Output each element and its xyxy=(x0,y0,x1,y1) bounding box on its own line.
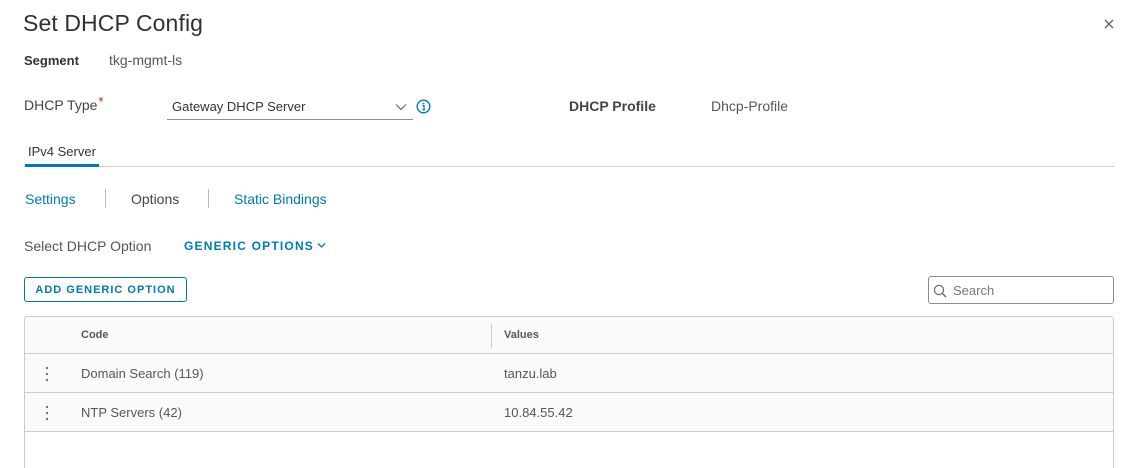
more-vertical-icon[interactable] xyxy=(43,365,51,383)
subnav-separator xyxy=(208,189,209,208)
generic-options-label: GENERIC OPTIONS xyxy=(184,239,315,253)
dhcp-profile-label: DHCP Profile xyxy=(569,98,656,114)
search-box xyxy=(928,276,1114,304)
cell-code: Domain Search (119) xyxy=(81,366,204,381)
dhcp-type-label-text: DHCP Type xyxy=(24,97,98,113)
close-button[interactable] xyxy=(1100,15,1118,33)
tab-bar xyxy=(24,166,1114,167)
column-header-values[interactable]: Values xyxy=(504,329,539,341)
tab-ipv4-server[interactable]: IPv4 Server xyxy=(25,139,99,167)
subnav-settings[interactable]: Settings xyxy=(25,191,76,207)
table-row[interactable]: Domain Search (119) tanzu.lab xyxy=(25,354,1113,393)
options-table: Code Values Domain Search (119) tanzu.la… xyxy=(24,316,1114,468)
search-icon xyxy=(933,284,947,298)
dhcp-type-label: DHCP Type* xyxy=(24,94,104,113)
subnav-options[interactable]: Options xyxy=(131,191,179,207)
add-generic-option-button[interactable]: ADD GENERIC OPTION xyxy=(24,277,187,302)
segment-value: tkg-mgmt-ls xyxy=(109,52,183,68)
table-header: Code Values xyxy=(25,317,1113,354)
subnav-separator xyxy=(105,189,106,208)
cell-values: tanzu.lab xyxy=(504,366,557,381)
chevron-down-icon xyxy=(395,104,407,111)
more-vertical-icon[interactable] xyxy=(43,404,51,422)
dhcp-type-selected-value: Gateway DHCP Server xyxy=(172,99,306,114)
cell-code: NTP Servers (42) xyxy=(81,405,182,420)
column-resize-handle[interactable] xyxy=(491,324,492,348)
required-marker: * xyxy=(98,94,104,109)
info-icon[interactable] xyxy=(416,99,431,114)
dhcp-type-select[interactable]: Gateway DHCP Server xyxy=(167,94,413,120)
generic-options-dropdown[interactable]: GENERIC OPTIONS xyxy=(184,239,326,253)
table-row[interactable]: NTP Servers (42) 10.84.55.42 xyxy=(25,393,1113,432)
subnav-static-bindings[interactable]: Static Bindings xyxy=(234,191,327,207)
dialog-title: Set DHCP Config xyxy=(23,10,204,36)
close-icon xyxy=(1104,19,1114,29)
dhcp-profile-value: Dhcp-Profile xyxy=(711,98,789,114)
search-input[interactable] xyxy=(953,281,1109,299)
select-option-label: Select DHCP Option xyxy=(24,238,152,254)
column-header-code[interactable]: Code xyxy=(81,329,109,341)
segment-label: Segment xyxy=(24,53,79,68)
chevron-down-icon xyxy=(317,243,326,248)
cell-values: 10.84.55.42 xyxy=(504,405,573,420)
